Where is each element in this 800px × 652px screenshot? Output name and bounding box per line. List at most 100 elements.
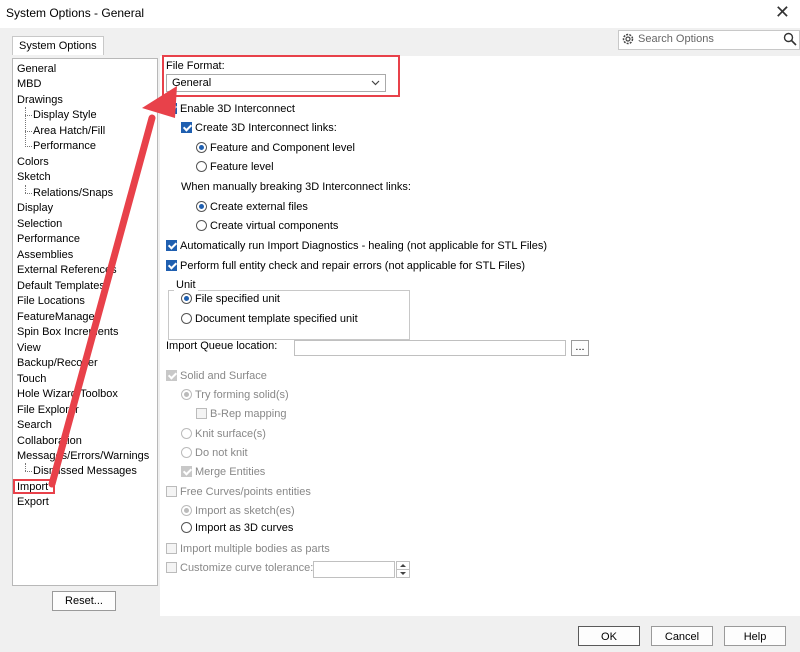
reset-button[interactable]: Reset... — [52, 591, 116, 611]
create-links-label: Create 3D Interconnect links: — [195, 122, 337, 134]
nav-item-backup-recover[interactable]: Backup/Recover — [17, 357, 98, 369]
nav-item-assemblies[interactable]: Assemblies — [17, 249, 73, 261]
enable-3d-interconnect-label: Enable 3D Interconnect — [180, 103, 295, 115]
import-multiple-bodies-label: Import multiple bodies as parts — [180, 543, 330, 555]
import-queue-input[interactable] — [294, 340, 566, 356]
free-curves-checkbox[interactable] — [166, 486, 177, 497]
import-queue-label: Import Queue location: — [166, 340, 278, 352]
tree-line — [25, 463, 26, 471]
title-bar: System Options - General ✕ — [0, 0, 800, 28]
nav-item-dismissed-messages[interactable]: Dismissed Messages — [33, 465, 137, 477]
nav-item-file-locations[interactable]: File Locations — [17, 295, 85, 307]
breaking-links-label: When manually breaking 3D Interconnect l… — [181, 181, 411, 193]
nav-item-colors[interactable]: Colors — [17, 156, 49, 168]
do-not-knit-radio[interactable] — [181, 447, 192, 458]
nav-item-export[interactable]: Export — [17, 496, 49, 508]
full-entity-check-label: Perform full entity check and repair err… — [180, 260, 526, 272]
cancel-button[interactable]: Cancel — [651, 626, 713, 646]
nav-item-messages[interactable]: Messages/Errors/Warnings — [17, 450, 149, 462]
nav-item-sketch[interactable]: Sketch — [17, 171, 51, 183]
nav-item-collaboration[interactable]: Collaboration — [17, 435, 82, 447]
try-forming-radio[interactable] — [181, 389, 192, 400]
create-external-label: Create external files — [210, 201, 308, 213]
file-specified-unit-radio[interactable] — [181, 293, 192, 304]
nav-item-spin-box[interactable]: Spin Box Increments — [17, 326, 119, 338]
nav-item-relations-snaps[interactable]: Relations/Snaps — [33, 187, 113, 199]
feature-component-radio[interactable] — [196, 142, 207, 153]
import-highlight — [13, 479, 55, 494]
create-virtual-radio[interactable] — [196, 220, 207, 231]
feature-component-label: Feature and Component level — [210, 142, 355, 154]
document-template-unit-label: Document template specified unit — [195, 313, 358, 325]
feature-level-label: Feature level — [210, 161, 274, 173]
tree-line — [25, 107, 26, 147]
brep-mapping-label: B-Rep mapping — [210, 408, 287, 420]
import-multiple-bodies-checkbox[interactable] — [166, 543, 177, 554]
import-as-sketch-label: Import as sketch(es) — [195, 505, 295, 517]
document-template-unit-radio[interactable] — [181, 313, 192, 324]
help-button[interactable]: Help — [724, 626, 786, 646]
nav-item-default-templates[interactable]: Default Templates — [17, 280, 105, 292]
nav-item-performance[interactable]: Performance — [17, 233, 80, 245]
nav-item-search[interactable]: Search — [17, 419, 52, 431]
nav-item-display-style[interactable]: Display Style — [33, 109, 97, 121]
solid-surface-label: Solid and Surface — [180, 370, 267, 382]
nav-item-featuremanager[interactable]: FeatureManager — [17, 311, 98, 323]
spin-icon[interactable] — [396, 561, 410, 578]
gear-icon — [622, 33, 634, 45]
close-icon[interactable]: ✕ — [775, 2, 790, 23]
nav-item-external-references[interactable]: External References — [17, 264, 117, 276]
curve-tolerance-input[interactable] — [313, 561, 395, 578]
nav-item-selection[interactable]: Selection — [17, 218, 62, 230]
knit-surface-label: Knit surface(s) — [195, 428, 266, 440]
nav-item-hole-wizard[interactable]: Hole Wizard/Toolbox — [17, 388, 118, 400]
tree-line — [25, 185, 26, 193]
brep-mapping-checkbox[interactable] — [196, 408, 207, 419]
tab-system-options[interactable]: System Options — [12, 36, 104, 55]
tree-line — [25, 115, 32, 116]
feature-level-radio[interactable] — [196, 161, 207, 172]
file-format-highlight — [162, 55, 400, 97]
unit-group-label: Unit — [174, 279, 198, 291]
create-external-radio[interactable] — [196, 201, 207, 212]
import-as-3d-curves-radio[interactable] — [181, 522, 192, 533]
nav-item-touch[interactable]: Touch — [17, 373, 46, 385]
browse-button[interactable]: ... — [571, 340, 589, 356]
search-box[interactable]: Search Options — [618, 30, 800, 50]
nav-item-mbd[interactable]: MBD — [17, 78, 41, 90]
full-entity-check-checkbox[interactable] — [166, 260, 177, 271]
nav-item-area-hatch[interactable]: Area Hatch/Fill — [33, 125, 105, 137]
create-links-checkbox[interactable] — [181, 122, 192, 133]
search-icon[interactable] — [783, 32, 797, 46]
enable-3d-interconnect-checkbox[interactable] — [166, 103, 177, 114]
customize-curve-tolerance-label: Customize curve tolerance: — [180, 562, 314, 574]
window-title: System Options - General — [6, 6, 145, 20]
merge-entities-label: Merge Entities — [195, 466, 266, 478]
ok-button[interactable]: OK — [578, 626, 640, 646]
settings-panel: File Format: General Enable 3D Interconn… — [160, 56, 800, 616]
free-curves-label: Free Curves/points entities — [180, 486, 311, 498]
auto-diagnostics-checkbox[interactable] — [166, 240, 177, 251]
try-forming-label: Try forming solid(s) — [195, 389, 289, 401]
nav-item-view[interactable]: View — [17, 342, 41, 354]
options-tree[interactable]: General MBD Drawings Display Style Area … — [12, 58, 158, 586]
auto-diagnostics-label: Automatically run Import Diagnostics - h… — [180, 240, 548, 252]
nav-item-display[interactable]: Display — [17, 202, 53, 214]
create-virtual-label: Create virtual components — [210, 220, 339, 232]
customize-curve-tolerance-checkbox[interactable] — [166, 562, 177, 573]
nav-item-general[interactable]: General — [17, 63, 56, 75]
nav-item-file-explorer[interactable]: File Explorer — [17, 404, 79, 416]
knit-surface-radio[interactable] — [181, 428, 192, 439]
nav-item-drawings[interactable]: Drawings — [17, 94, 63, 106]
nav-item-drawings-performance[interactable]: Performance — [33, 140, 96, 152]
tree-line — [25, 471, 32, 472]
merge-entities-checkbox[interactable] — [181, 466, 192, 477]
do-not-knit-label: Do not knit — [195, 447, 248, 459]
tree-line — [25, 131, 32, 132]
solid-surface-checkbox[interactable] — [166, 370, 177, 381]
tree-line — [25, 193, 32, 194]
import-as-sketch-radio[interactable] — [181, 505, 192, 516]
tree-line — [25, 146, 32, 147]
search-input[interactable]: Search Options — [638, 33, 714, 45]
import-as-3d-curves-label: Import as 3D curves — [195, 522, 294, 534]
